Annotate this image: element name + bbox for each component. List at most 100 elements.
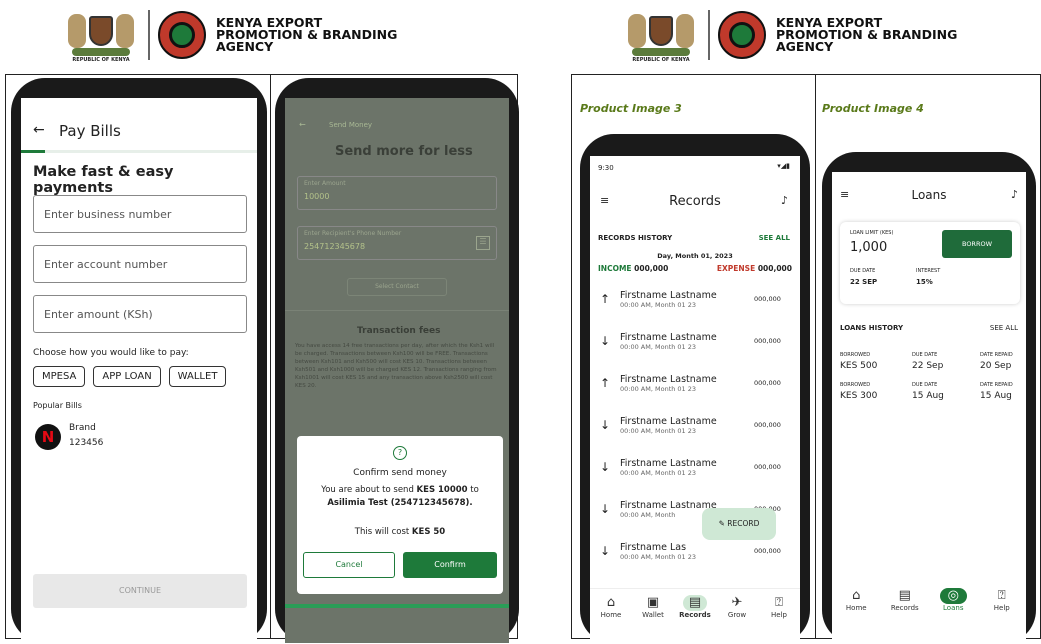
record-amount: 000,000 <box>754 463 781 471</box>
loans-history-label: LOANS HISTORY <box>840 324 904 332</box>
loans-see-all-link[interactable]: SEE ALL <box>990 324 1018 332</box>
amount-field[interactable]: Enter Amount 10000 <box>297 176 497 210</box>
cancel-button[interactable]: Cancel <box>303 552 395 578</box>
record-time: 00:00 AM, Month 01 23 <box>620 384 697 393</box>
contact-book-icon[interactable]: ☰ <box>476 236 490 250</box>
coat-of-arms-icon: REPUBLIC OF KENYA <box>62 4 140 66</box>
business-number-input[interactable]: Enter business number <box>33 195 247 233</box>
recipient-field[interactable]: Enter Recipient's Phone Number 254712345… <box>297 226 497 260</box>
nav-home[interactable]: ⌂ Home <box>593 595 629 634</box>
confirm-button[interactable]: Confirm <box>403 552 497 578</box>
bottom-nav: ⌂ Home ▣ Wallet ▤ Records ✈ Grow ⍰ Help <box>590 588 800 634</box>
amount-field-label: Enter Amount <box>304 180 346 187</box>
choose-label: Choose how you would like to pay: <box>33 348 189 358</box>
record-name: Firstname Las <box>620 541 687 553</box>
record-info: Firstname Lastname 00:00 AM, Month 01 23 <box>620 290 754 309</box>
record-time: 00:00 AM, Month 01 23 <box>620 342 697 351</box>
heading: Make fast & easy payments <box>33 164 174 196</box>
nav-records[interactable]: ▤ Records <box>677 595 713 634</box>
bell-icon[interactable]: ♪ <box>1011 188 1018 201</box>
row-due-label: DUE DATE <box>912 352 938 358</box>
dialog-title: Confirm send money <box>353 468 447 478</box>
record-row[interactable]: ↓ Firstname Lastname 00:00 AM, Month 01 23… <box>590 446 800 488</box>
borrow-button[interactable]: BORROW <box>942 230 1012 258</box>
send-money-screen: ← Send Money Send more for less Enter Am… <box>285 98 509 643</box>
agency-name: KENYA EXPORT PROMOTION & BRANDING AGENCY <box>216 15 398 54</box>
home-icon: ⌂ <box>852 588 861 603</box>
agency-name: KENYA EXPORT PROMOTION & BRANDING AGENCY <box>776 15 958 54</box>
record-row[interactable]: ↑ Firstname Lastname 00:00 AM, Month 01 23… <box>590 362 800 404</box>
phone-records: 9:30 ▾◢▮ ≡ Records ♪ RECORDS HISTORY SEE… <box>580 134 810 644</box>
record-name: Firstname Lastname <box>620 457 717 469</box>
record-name: Firstname Lastname <box>620 373 717 385</box>
kepba-emblem-icon <box>158 11 206 59</box>
arrow-down-icon: ↓ <box>599 460 611 474</box>
records-screen: 9:30 ▾◢▮ ≡ Records ♪ RECORDS HISTORY SEE… <box>590 156 800 644</box>
record-time: 00:00 AM, Month 01 23 <box>620 552 697 561</box>
republic-label: REPUBLIC OF KENYA <box>72 57 130 63</box>
brand-logo-icon[interactable]: N <box>35 424 61 450</box>
record-row[interactable]: ↑ Firstname Lastname 00:00 AM, Month 01 23… <box>590 278 800 320</box>
records-icon: ▤ <box>898 588 911 603</box>
records-icon: ▤ <box>682 595 708 611</box>
mpesa-option[interactable]: MPESA <box>33 366 86 387</box>
records-title: Records <box>669 194 721 209</box>
loans-title: Loans <box>911 188 947 202</box>
nav-home[interactable]: ⌂ Home <box>838 588 874 628</box>
record-amount: 000,000 <box>754 337 781 345</box>
wallet-option[interactable]: WALLET <box>168 366 227 387</box>
due-date-label: DUE DATE <box>850 268 876 274</box>
arrow-up-icon: ↑ <box>599 376 611 390</box>
record-fab[interactable]: ✎ RECORD <box>702 508 776 540</box>
income-total: INCOME 000,000 <box>598 264 669 273</box>
nav-loans[interactable]: ◎ Loans <box>935 588 971 628</box>
kepba-emblem-icon <box>718 11 766 59</box>
product-image-3-label: Product Image 3 <box>580 102 682 115</box>
right-page: REPUBLIC OF KENYA KENYA EXPORT PROMOTION… <box>522 0 1041 644</box>
row-due-value: 22 Sep <box>912 361 944 371</box>
app-loan-option[interactable]: APP LOAN <box>93 366 161 387</box>
select-contact-button[interactable]: Select Contact <box>347 278 447 296</box>
help-icon: ⍰ <box>997 588 1006 603</box>
nav-help[interactable]: ⍰ Help <box>761 595 797 634</box>
brand-number: 123456 <box>69 438 104 448</box>
nav-help[interactable]: ⍰ Help <box>984 588 1020 628</box>
nav-grow[interactable]: ✈ Grow <box>719 595 755 634</box>
arrow-down-icon: ↓ <box>599 502 611 516</box>
arrow-down-icon: ↓ <box>599 334 611 348</box>
account-number-input[interactable]: Enter account number <box>33 245 247 283</box>
page-title: Pay Bills <box>59 122 121 140</box>
borrowed-value: KES 500 <box>840 361 878 371</box>
nav-wallet[interactable]: ▣ Wallet <box>635 595 671 634</box>
fees-text: You have access 14 free transactions per… <box>295 343 497 389</box>
record-row[interactable]: ↓ Firstname Lastname 00:00 AM, Month 01 23… <box>590 404 800 446</box>
row-due-label: DUE DATE <box>912 382 938 388</box>
repaid-label: DATE REPAID <box>980 352 1013 358</box>
republic-label: REPUBLIC OF KENYA <box>632 57 690 63</box>
repaid-label: DATE REPAID <box>980 382 1013 388</box>
limit-label: LOAN LIMIT (KES) <box>850 230 894 236</box>
interest-label: INTEREST <box>916 268 941 274</box>
record-row[interactable]: ↓ Firstname Lastname 00:00 AM, Month 01 23… <box>590 320 800 362</box>
borrowed-label: BORROWED <box>840 382 871 388</box>
amount-input[interactable]: Enter amount (KSh) <box>33 295 247 333</box>
nav-records[interactable]: ▤ Records <box>887 588 923 628</box>
back-arrow-icon[interactable]: ← <box>299 120 306 129</box>
loan-history-row: BORROWED KES 500 DUE DATE 22 Sep DATE RE… <box>840 352 1020 378</box>
record-time: 00:00 AM, Month 01 23 <box>620 426 697 435</box>
bell-icon[interactable]: ♪ <box>781 194 788 207</box>
borrowed-value: KES 300 <box>840 391 878 401</box>
brand-name: Brand <box>69 423 96 433</box>
repaid-value: 20 Sep <box>980 361 1012 371</box>
arrow-up-icon: ↑ <box>599 292 611 306</box>
help-icon: ⍰ <box>775 595 783 610</box>
see-all-link[interactable]: SEE ALL <box>759 234 790 242</box>
record-name: Firstname Lastname <box>620 289 717 301</box>
record-amount: 000,000 <box>754 547 781 555</box>
back-arrow-icon[interactable]: ← <box>33 122 45 138</box>
recipient-field-value: 254712345678 <box>304 242 366 251</box>
records-history-label: RECORDS HISTORY <box>598 234 673 242</box>
continue-button[interactable]: CONTINUE <box>33 574 247 608</box>
phone-paybills: ← Pay Bills Make fast & easy payments En… <box>11 78 267 643</box>
record-info: Firstname Las 00:00 AM, Month 01 23 <box>620 542 754 561</box>
